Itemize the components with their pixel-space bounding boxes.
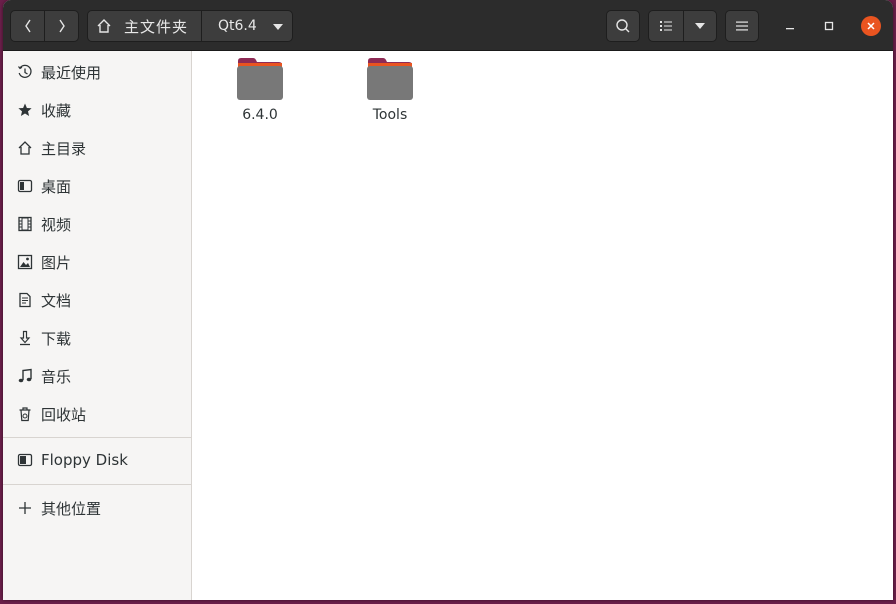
sidebar-item-pictures[interactable]: 图片 (3, 244, 191, 280)
minimize-button[interactable] (776, 12, 804, 40)
folder-icon (367, 58, 413, 100)
sidebar-item-starred[interactable]: 收藏 (3, 92, 191, 128)
sidebar-item-label: Floppy Disk (41, 451, 128, 469)
caret-down-icon (695, 23, 705, 29)
back-button[interactable] (10, 10, 45, 42)
sidebar-item-floppy-disk[interactable]: Floppy Disk (3, 442, 191, 478)
minimize-icon (786, 28, 794, 30)
forward-button[interactable] (44, 10, 79, 42)
file-view: 6.4.0 Tools (192, 51, 893, 600)
sidebar-item-label: 音乐 (41, 367, 72, 386)
path-segment-current[interactable]: Qt6.4 (201, 10, 293, 42)
main-menu-button[interactable] (725, 10, 759, 42)
sidebar-item-trash[interactable]: 回收站 (3, 396, 191, 432)
sidebar-item-label: 最近使用 (41, 63, 102, 82)
sidebar-item-videos[interactable]: 视频 (3, 206, 191, 242)
search-button[interactable] (606, 10, 640, 42)
file-manager-window: 主文件夹 Qt6.4 最近使用 收藏 主目录 桌面 视频 图片 文档 下载 音乐… (3, 0, 893, 600)
sidebar-item-label: 桌面 (41, 177, 72, 196)
maximize-button[interactable] (815, 12, 843, 40)
sidebar-item-label: 其他位置 (41, 499, 102, 518)
sidebar-item-label: 下载 (41, 329, 72, 348)
hamburger-menu-icon (736, 21, 748, 31)
picture-icon (17, 254, 33, 270)
folder-item[interactable]: 6.4.0 (210, 57, 310, 127)
film-icon (17, 216, 33, 232)
folder-label: Tools (372, 107, 408, 123)
plus-icon (17, 500, 33, 516)
close-icon (867, 22, 875, 30)
list-view-icon (660, 21, 672, 31)
maximize-icon (824, 21, 834, 31)
sidebar-item-label: 图片 (41, 253, 72, 272)
desktop-icon (17, 178, 33, 194)
folder-icon (237, 58, 283, 100)
folder-item[interactable]: Tools (340, 57, 440, 127)
sidebar-item-recent[interactable]: 最近使用 (3, 54, 191, 90)
sidebar: 最近使用 收藏 主目录 桌面 视频 图片 文档 下载 音乐 回收站 Floppy… (3, 51, 192, 600)
music-icon (17, 368, 33, 384)
sidebar-item-documents[interactable]: 文档 (3, 282, 191, 318)
home-icon (97, 19, 111, 33)
star-icon (17, 102, 33, 118)
close-circle (861, 16, 881, 36)
path-label-current: Qt6.4 (218, 18, 257, 34)
chevron-right-icon (58, 19, 65, 33)
sidebar-item-label: 收藏 (41, 101, 72, 120)
path-segment-home[interactable]: 主文件夹 (87, 10, 202, 42)
search-icon (616, 19, 630, 33)
sidebar-item-home[interactable]: 主目录 (3, 130, 191, 166)
path-label-home: 主文件夹 (124, 17, 189, 36)
sidebar-item-label: 文档 (41, 291, 72, 310)
sidebar-item-music[interactable]: 音乐 (3, 358, 191, 394)
sidebar-item-label: 视频 (41, 215, 72, 234)
header-bar: 主文件夹 Qt6.4 (3, 0, 893, 51)
folder-label: 6.4.0 (242, 107, 278, 123)
sidebar-item-downloads[interactable]: 下载 (3, 320, 191, 356)
home-icon (17, 140, 33, 156)
sidebar-item-label: 主目录 (41, 139, 87, 158)
sidebar-item-other-locations[interactable]: 其他位置 (3, 490, 191, 526)
sidebar-separator (3, 484, 191, 485)
download-icon (17, 330, 33, 346)
view-options-button[interactable] (683, 10, 717, 42)
sidebar-item-desktop[interactable]: 桌面 (3, 168, 191, 204)
caret-down-icon (273, 24, 283, 30)
chevron-left-icon (24, 19, 31, 33)
trash-icon (17, 406, 33, 422)
close-button[interactable] (857, 12, 885, 40)
list-view-button[interactable] (648, 10, 684, 42)
clock-icon (17, 64, 33, 80)
sidebar-item-label: 回收站 (41, 405, 87, 424)
document-icon (17, 292, 33, 308)
floppy-icon (17, 452, 33, 468)
sidebar-separator (3, 437, 191, 438)
